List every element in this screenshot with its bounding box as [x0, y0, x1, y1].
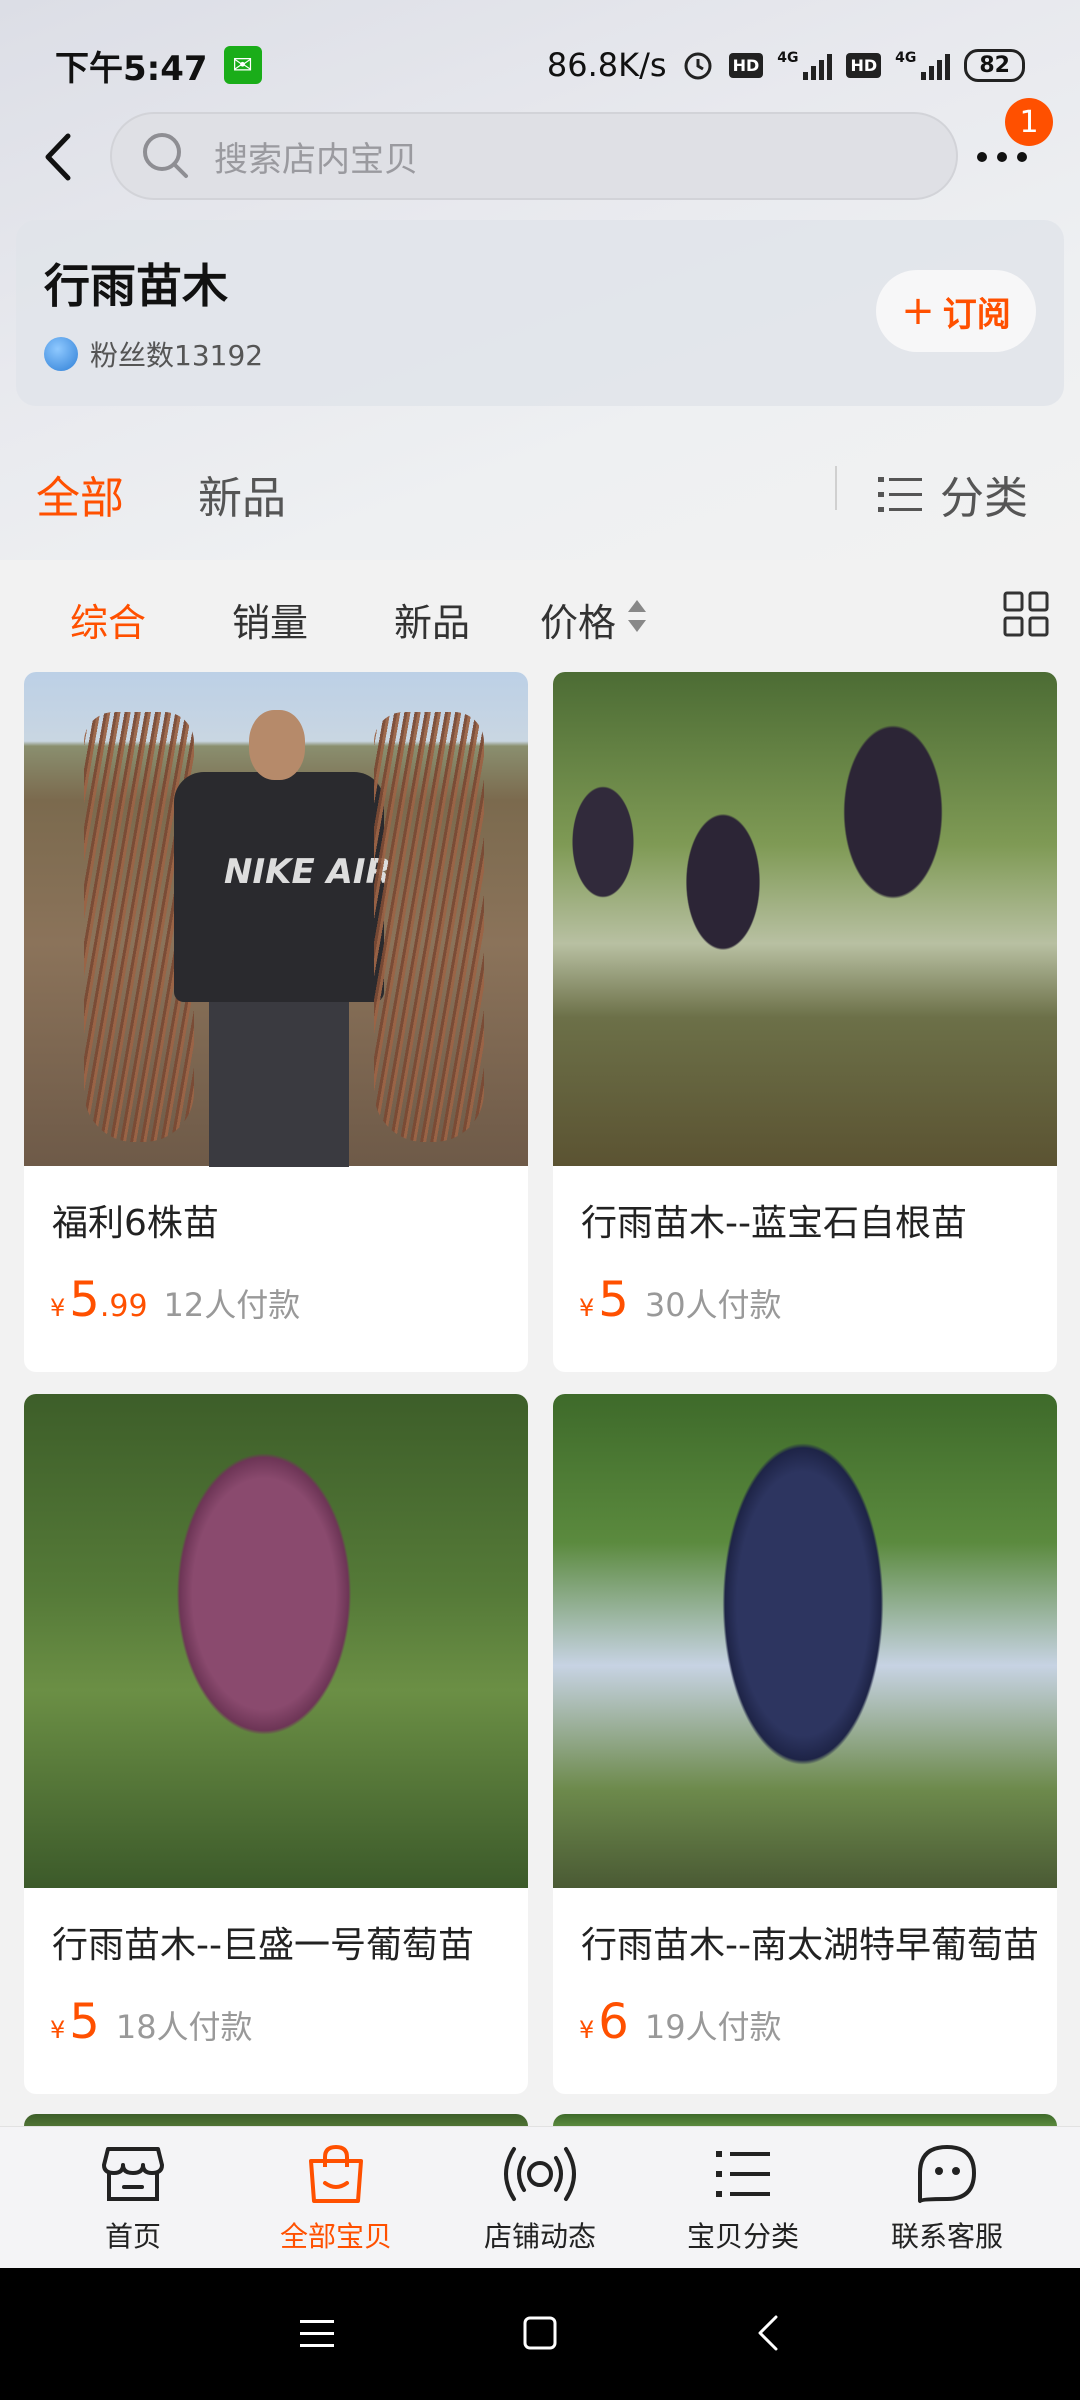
nav-all-items[interactable]: 全部宝贝 — [261, 2143, 411, 2255]
nav-home-label: 首页 — [104, 2220, 161, 2253]
signal-icon-2: 4G — [895, 50, 951, 80]
shop-name[interactable]: 行雨苗木 — [44, 250, 228, 316]
nav-customer-service-label: 联系客服 — [890, 2220, 1003, 2253]
nav-categories[interactable]: 宝贝分类 — [668, 2143, 818, 2255]
sold-count: 30人付款 — [644, 1286, 782, 1324]
product-image[interactable]: NIKE AIR — [24, 672, 528, 1167]
nav-customer-service[interactable]: 联系客服 — [872, 2143, 1022, 2255]
product-image[interactable] — [24, 1394, 528, 1888]
price-integer: 5 — [69, 1994, 100, 2050]
tab-new[interactable]: 新品 — [198, 462, 286, 526]
bag-icon — [309, 2144, 363, 2203]
sort-new[interactable]: 新品 — [394, 592, 470, 647]
message-badge: 1 — [1005, 98, 1053, 146]
broadcast-icon — [504, 2147, 576, 2201]
subscribe-label: 订阅 — [942, 294, 1011, 335]
hd-badge-2: HD — [846, 52, 882, 78]
subscribe-button[interactable]: + 订阅 — [876, 270, 1036, 352]
price-integer: 6 — [598, 1994, 629, 2050]
network-type-label-2: 4G — [895, 50, 917, 66]
search-icon — [143, 133, 188, 178]
list-icon — [878, 477, 922, 512]
price-row: ¥ 5 18人付款 — [50, 1994, 253, 2050]
sold-count: 12人付款 — [163, 1286, 301, 1324]
price-decimal: .99 — [99, 1289, 148, 1324]
fans-count: 粉丝数13192 — [44, 334, 263, 374]
product-card[interactable]: 行雨苗木--巨盛一号葡萄苗 ¥ 5 18人付款 — [24, 1394, 528, 2094]
product-title: 行雨苗木--南太湖特早葡萄苗 — [581, 1925, 1039, 1966]
wechat-notification-icon: ✉ — [223, 46, 262, 84]
price-row: ¥ 5 30人付款 — [579, 1272, 782, 1328]
signal-icon: 4G — [777, 50, 833, 80]
currency-symbol: ¥ — [579, 1294, 595, 1322]
photo-person-head — [249, 710, 305, 780]
sort-comprehensive[interactable]: 综合 — [70, 592, 146, 647]
home-icon[interactable] — [523, 2316, 557, 2350]
hd-badge: HD — [728, 52, 764, 78]
back-arrow-icon[interactable] — [40, 132, 76, 182]
menu-icon[interactable] — [300, 2318, 334, 2350]
price-row: ¥ 6 19人付款 — [579, 1994, 782, 2050]
tab-category[interactable]: 分类 — [878, 462, 1028, 526]
sort-arrows-icon[interactable] — [626, 594, 648, 638]
search-input[interactable]: 搜索店内宝贝 — [110, 112, 958, 200]
price-integer: 5 — [598, 1272, 629, 1328]
sold-count: 19人付款 — [644, 2008, 782, 2046]
tab-divider — [835, 466, 837, 510]
photo-person — [209, 997, 349, 1167]
sort-sales[interactable]: 销量 — [232, 592, 308, 647]
sold-count: 18人付款 — [115, 2008, 253, 2046]
currency-symbol: ¥ — [50, 2016, 66, 2044]
nav-shop-feed[interactable]: 店铺动态 — [465, 2143, 615, 2255]
alarm-icon — [684, 52, 712, 80]
product-card[interactable]: 行雨苗木--蓝宝石自根苗 ¥ 5 30人付款 — [553, 672, 1057, 1372]
nav-shop-feed-label: 店铺动态 — [483, 2220, 596, 2253]
battery-indicator: 82 — [964, 48, 1025, 82]
plus-icon: + — [901, 288, 935, 334]
seedling-bundle-right — [374, 712, 484, 1142]
shirt-print: NIKE AIR — [224, 852, 392, 892]
nav-home[interactable]: 首页 — [58, 2143, 208, 2255]
product-image[interactable] — [553, 672, 1057, 1166]
search-placeholder: 搜索店内宝贝 — [214, 139, 418, 180]
list-icon — [716, 2151, 770, 2197]
currency-symbol: ¥ — [50, 1294, 66, 1322]
product-title: 行雨苗木--巨盛一号葡萄苗 — [52, 1925, 474, 1966]
product-card[interactable]: 行雨苗木--南太湖特早葡萄苗 ¥ 6 19人付款 — [553, 1394, 1057, 2094]
tab-all[interactable]: 全部 — [36, 462, 124, 526]
grid-layout-icon[interactable] — [1002, 590, 1050, 638]
back-icon[interactable] — [756, 2314, 780, 2352]
product-card[interactable]: NIKE AIR 福利6株苗 ¥ 5 .99 12人付款 — [24, 672, 528, 1372]
chat-icon — [918, 2145, 976, 2203]
product-image[interactable] — [553, 1394, 1057, 1888]
fans-icon — [44, 337, 78, 371]
system-navigation-bar — [0, 2268, 1080, 2400]
currency-symbol: ¥ — [579, 2016, 595, 2044]
tab-category-label: 分类 — [940, 473, 1028, 524]
nav-categories-label: 宝贝分类 — [686, 2220, 799, 2253]
status-bar: 下午5:47 ✉ 86.8K/s HD 4G HD 4G 82 — [0, 30, 1080, 100]
price-row: ¥ 5 .99 12人付款 — [50, 1272, 300, 1328]
fans-label: 粉丝数13192 — [90, 339, 264, 372]
network-speed: 86.8K/s — [546, 46, 667, 84]
status-indicators: 86.8K/s HD 4G HD 4G 82 — [547, 46, 1025, 84]
status-time: 下午5:47 — [55, 48, 208, 89]
network-type-label: 4G — [777, 50, 799, 66]
sort-price[interactable]: 价格 — [540, 592, 616, 647]
bottom-nav: 首页 全部宝贝 店铺动态 宝贝分类 联系客服 — [0, 2126, 1080, 2268]
product-title: 福利6株苗 — [52, 1203, 219, 1244]
nav-all-items-label: 全部宝贝 — [279, 2220, 392, 2253]
price-integer: 5 — [69, 1272, 100, 1328]
store-icon — [102, 2147, 164, 2201]
shop-card: 行雨苗木 粉丝数13192 + 订阅 — [16, 220, 1064, 406]
product-title: 行雨苗木--蓝宝石自根苗 — [581, 1203, 967, 1244]
